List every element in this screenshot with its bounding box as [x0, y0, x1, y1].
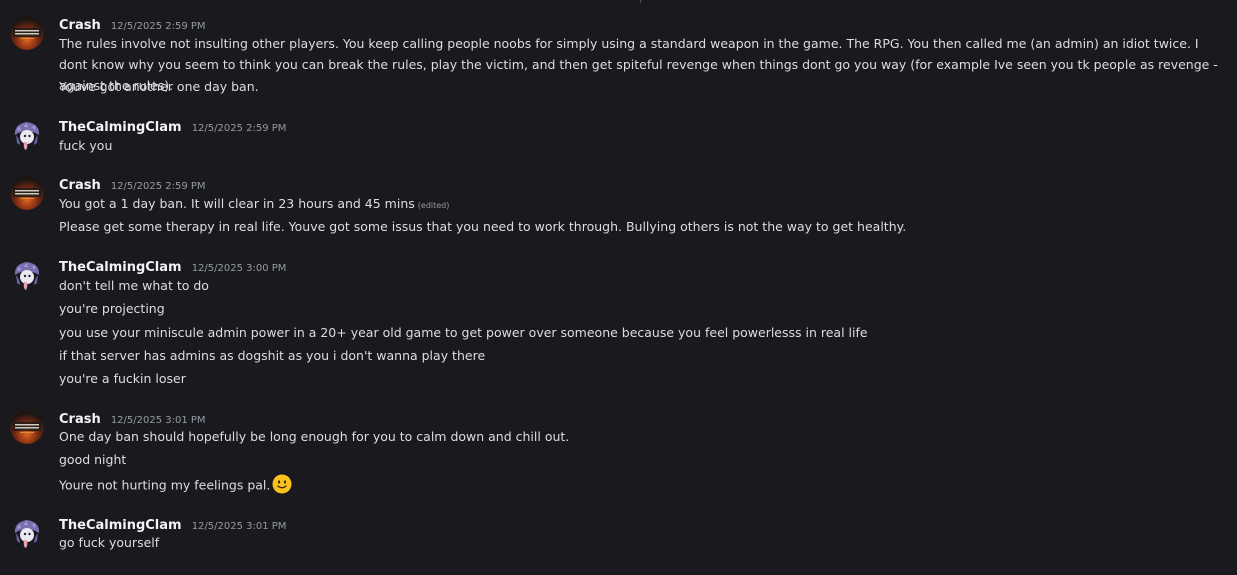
clam-creature-avatar [10, 258, 44, 292]
battlefield-logo-avatar [10, 176, 44, 210]
slightly-smiling-face-emoji[interactable] [272, 474, 292, 494]
avatar[interactable] [10, 410, 44, 444]
avatar[interactable] [10, 516, 44, 550]
username[interactable]: Crash [59, 178, 101, 193]
username[interactable]: Crash [59, 412, 101, 427]
message-text: One day ban should hopefully be long eno… [59, 429, 570, 444]
timestamp[interactable]: 12/5/2025 3:01 PM [192, 521, 287, 532]
message-text: don't tell me what to do [59, 278, 209, 293]
message-header: Crash 12/5/2025 3:01 PM [59, 410, 206, 429]
message-text: Youre not hurting my feelings pal. [59, 474, 292, 496]
username[interactable]: TheCalmingClam [59, 260, 182, 275]
username[interactable]: TheCalmingClam [59, 120, 182, 135]
message-text: fuck you [59, 138, 113, 153]
message-text: if that server has admins as dogshit as … [59, 348, 486, 363]
message-text: you use your miniscule admin power in a … [59, 325, 868, 340]
battlefield-logo-avatar [10, 410, 44, 444]
message-text: You got a 1 day ban. It will clear in 23… [59, 196, 449, 214]
message-text: go fuck yourself [59, 535, 160, 550]
message-text: Youve got another one day ban. [59, 79, 259, 94]
message-header: Crash 12/5/2025 2:59 PM [59, 176, 206, 195]
username[interactable]: TheCalmingClam [59, 518, 182, 533]
avatar[interactable] [10, 258, 44, 292]
avatar[interactable] [10, 176, 44, 210]
message-text: you're a fuckin loser [59, 371, 186, 386]
timestamp[interactable]: 12/5/2025 3:00 PM [192, 263, 287, 274]
message-header: TheCalmingClam 12/5/2025 2:59 PM [59, 118, 286, 137]
avatar[interactable] [10, 16, 44, 50]
scroll-divider [640, 0, 641, 3]
timestamp[interactable]: 12/5/2025 2:59 PM [111, 181, 206, 192]
message-header: TheCalmingClam 12/5/2025 3:00 PM [59, 258, 286, 277]
message-header: TheCalmingClam 12/5/2025 3:01 PM [59, 516, 286, 535]
chat-message-list: Crash 12/5/2025 2:59 PM The rules involv… [0, 0, 1237, 575]
battlefield-logo-avatar [10, 16, 44, 50]
timestamp[interactable]: 12/5/2025 3:01 PM [111, 415, 206, 426]
timestamp[interactable]: 12/5/2025 2:59 PM [111, 21, 206, 32]
message-text: you're projecting [59, 301, 165, 316]
message-text: Please get some therapy in real life. Yo… [59, 219, 907, 234]
timestamp[interactable]: 12/5/2025 2:59 PM [192, 123, 287, 134]
message-text-content: You got a 1 day ban. It will clear in 23… [59, 196, 415, 211]
avatar[interactable] [10, 118, 44, 152]
clam-creature-avatar [10, 516, 44, 550]
edited-label[interactable]: (edited) [418, 201, 450, 210]
username[interactable]: Crash [59, 18, 101, 33]
message-text-content: Youre not hurting my feelings pal. [59, 477, 271, 493]
message-text: good night [59, 452, 127, 467]
clam-creature-avatar [10, 118, 44, 152]
